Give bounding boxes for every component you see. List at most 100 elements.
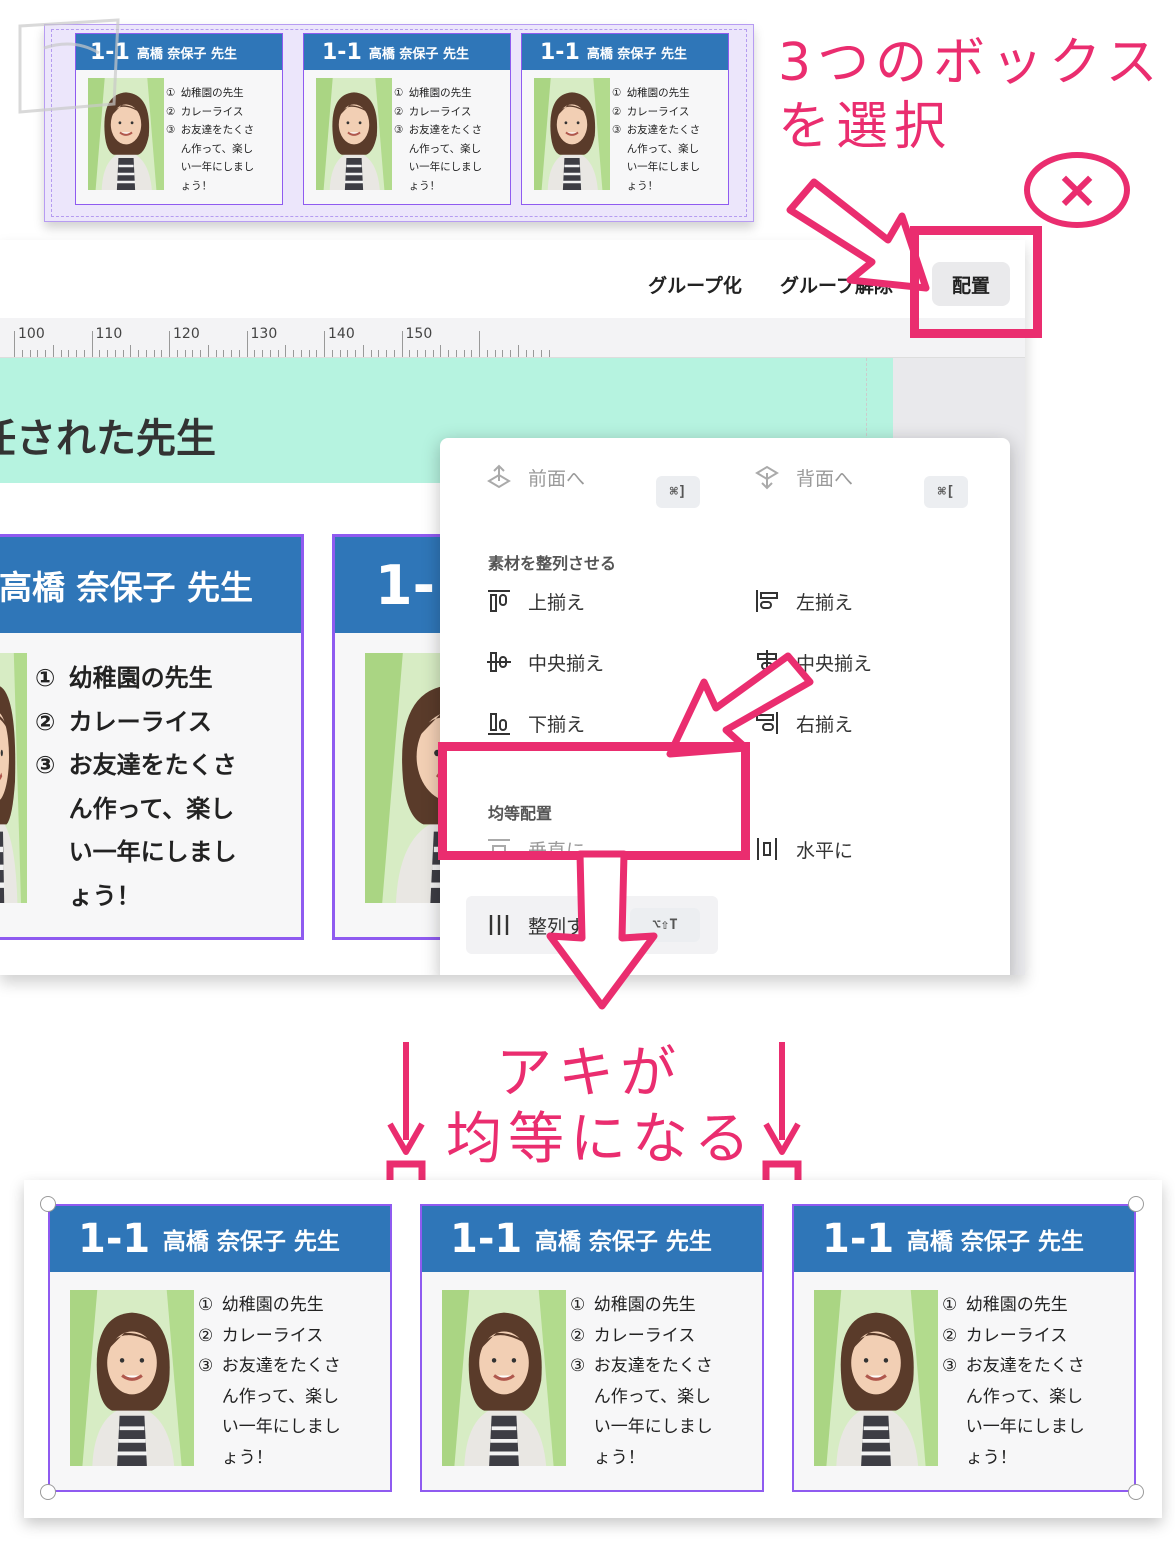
item-text: ょう！ [180, 179, 213, 192]
portrait-illustration [0, 653, 27, 903]
group-button[interactable]: グループ化 [636, 262, 754, 306]
ruler-tick [238, 350, 240, 357]
card-header: 1-1 高橋 奈保子 先生 [794, 1206, 1134, 1272]
ruler-tick [502, 350, 504, 357]
align-top-item[interactable]: 上揃え [484, 586, 585, 616]
align-bottom-item[interactable]: 下揃え [484, 708, 585, 738]
item-number [166, 158, 181, 177]
item-number: ① [612, 87, 622, 99]
card-list: ① 幼稚園の先生 ② カレーライス ③ お友達をたくさ ん作って、楽し い一年にしまし ょう！ [942, 1290, 1085, 1473]
card-list: ① 幼稚園の先生 ② カレーライス ③ お友達をたくさ ん作って、楽し い一年にしまし ょう！ [570, 1290, 713, 1473]
teacher-name: 高橋 奈保子 先生 [586, 46, 687, 62]
list-item: ん作って、楽し [166, 140, 254, 159]
item-text: カレーライス [965, 1325, 1068, 1346]
ruler-tick [401, 331, 403, 357]
align-middle-icon [484, 647, 514, 677]
list-item: ③ お友達をたくさ [570, 1351, 713, 1382]
distribute-horizontal-item[interactable]: 水平に [752, 834, 853, 864]
card[interactable]: 1-1 高橋 奈保子 先生 ① 幼稚園の先生 ② カレーライス ③ お友達をたくさ ん作って… [48, 1204, 392, 1492]
list-item: ん作って、楽し [612, 140, 700, 159]
item-text: カレーライス [221, 1325, 324, 1346]
resize-handle[interactable] [40, 1484, 56, 1500]
ruler-tick [37, 350, 39, 357]
ruler-label: 100 [18, 326, 45, 342]
ruler-tick [308, 350, 310, 357]
list-item: ② カレーライス [570, 1321, 713, 1352]
item-text: カレーライス [593, 1325, 696, 1346]
portrait-illustration [442, 1290, 566, 1466]
ruler-tick [355, 350, 356, 357]
ruler-tick [269, 350, 271, 357]
list-item: ① 幼稚園の先生 [35, 657, 237, 701]
ruler-tick [138, 350, 139, 357]
item-text: お友達をたくさ [221, 1356, 341, 1376]
item-text: 幼稚園の先生 [221, 1295, 324, 1315]
list-item: ③ お友達をたくさ [166, 121, 254, 140]
teacher-photo [814, 1290, 938, 1466]
ruler-tick [254, 350, 256, 357]
card[interactable]: 1-1 高橋 奈保子 先生 ① 幼稚園の先生 ② カレーライス ③ お友達をたくさ ん作って… [521, 33, 729, 205]
list-item: い一年にしまし [35, 831, 237, 875]
item-number: ② [612, 105, 622, 118]
item-number: ③ [166, 124, 176, 136]
ruler-tick [246, 331, 248, 357]
item-number: ③ [198, 1356, 214, 1376]
item-number: ③ [570, 1356, 586, 1376]
item-text: カレーライス [408, 105, 472, 118]
item-number [570, 1412, 594, 1443]
card[interactable]: 1-1 高橋 奈保子 先生 ① 幼稚園の先生 ② カレーライス ③ お友達をたくさ ん作って… [420, 1204, 764, 1492]
card[interactable]: 1-1 高橋 奈保子 先生 ① 幼稚園の先生 ② カレーライス ③ お友達をたくさ ん作って… [792, 1204, 1136, 1492]
item-text: い一年にしまし [68, 838, 237, 866]
list-item: ② カレーライス [35, 701, 237, 745]
ruler-tick [114, 350, 116, 357]
item-number: ① [198, 1295, 214, 1315]
ruler-tick [517, 345, 519, 357]
ruler-tick [122, 350, 124, 357]
list-item: ① 幼稚園の先生 [570, 1290, 713, 1321]
ruler-tick [83, 350, 85, 357]
item-number: ② [942, 1325, 958, 1346]
align-middle-item[interactable]: 中央揃え [484, 647, 604, 677]
bring-forward-item[interactable]: 前面へ [484, 462, 585, 492]
ruler-label: 110 [95, 326, 123, 342]
class-label: 1-1 [322, 39, 362, 65]
ruler-tick [68, 350, 70, 357]
send-backward-item[interactable]: 背面へ [752, 462, 853, 492]
card-list: ① 幼稚園の先生 ② カレーライス ③ お友達をたくさ ん作って、楽し い一年にしまし ょう！ [35, 657, 237, 918]
resize-handle[interactable] [40, 1196, 56, 1212]
align-left-item[interactable]: 左揃え [752, 586, 853, 616]
item-number [942, 1382, 966, 1413]
distribute-horizontal-label: 水平に [796, 839, 854, 862]
resize-handle[interactable] [1128, 1196, 1144, 1212]
ruler-tick [52, 345, 54, 357]
card[interactable]: 1-1 高橋 奈保子 先生 ① 幼稚園の先生 ② カレーライス ③ お友達をたくさ ん作って… [303, 33, 511, 205]
send-backward-icon [752, 462, 782, 492]
class-label: 1-1 [78, 1216, 151, 1262]
editor-screenshot: グループ化 グループ解除 配置 100 110 120 130 140 150 任された先… [0, 240, 1025, 975]
card[interactable]: 高橋 奈保子 先生 ① 幼稚園の先生 ② カレーライス ③ お友達をたくさ ん作って、楽しい… [0, 534, 304, 940]
portrait-illustration [814, 1290, 938, 1466]
ruler-tick [153, 350, 155, 357]
item-text: 幼稚園の先生 [965, 1295, 1068, 1315]
item-number: ② [394, 105, 404, 118]
item-number: ③ [942, 1356, 958, 1376]
banner-title: 任された先生 [0, 416, 216, 462]
list-item: ん作って、楽し [394, 140, 482, 159]
item-number [612, 158, 627, 177]
resize-handle[interactable] [1128, 1484, 1144, 1500]
list-item: ① 幼稚園の先生 [394, 84, 482, 103]
list-item: ん作って、楽し [198, 1382, 341, 1413]
item-text: お友達をたくさ [626, 124, 701, 136]
item-text: ん作って、楽し [593, 1386, 712, 1407]
item-text: 幼稚園の先生 [626, 87, 690, 99]
list-item: ょう！ [942, 1443, 1085, 1474]
send-backward-shortcut: ⌘[ [924, 476, 968, 508]
ruler-tick [45, 350, 46, 357]
ruler-tick [145, 350, 147, 357]
x-mark-icon: × [1055, 160, 1099, 220]
item-number: ② [198, 1325, 214, 1346]
bring-forward-label: 前面へ [528, 467, 586, 490]
ruler-tick [231, 350, 232, 357]
item-number: ① [394, 87, 404, 99]
list-item: ん作って、楽し [570, 1382, 713, 1413]
